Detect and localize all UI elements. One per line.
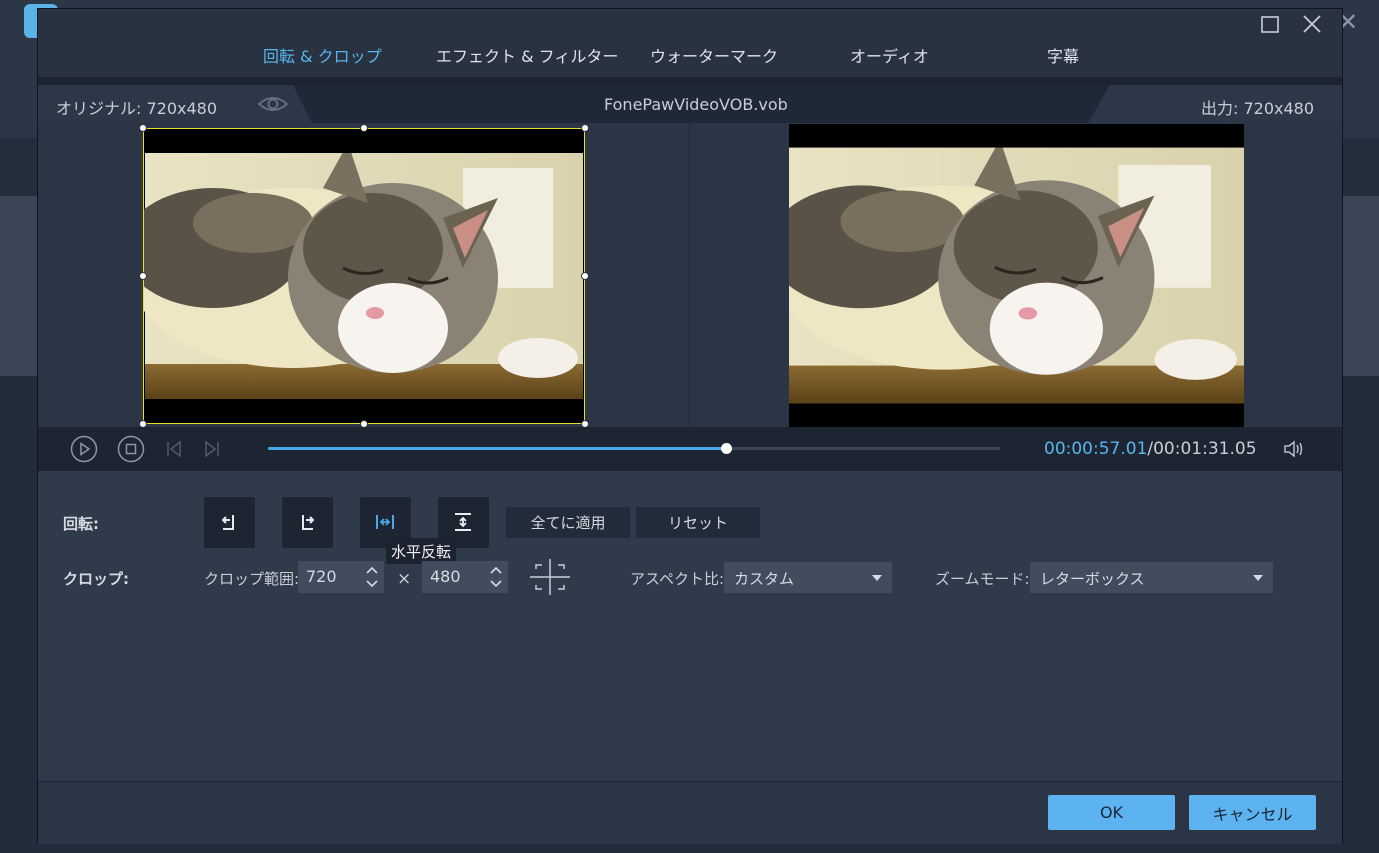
rotate-label: 回転: [63, 515, 99, 533]
eye-icon[interactable] [257, 95, 289, 117]
zoom-mode-label: ズームモード: [935, 570, 1030, 588]
tab-underline-bar [38, 77, 1342, 85]
maximize-icon[interactable] [1260, 13, 1280, 41]
chevron-down-icon [1253, 575, 1263, 581]
stop-icon[interactable] [117, 435, 145, 467]
output-size-label: 出力: 720x480 [1201, 99, 1315, 118]
crop-frame[interactable] [143, 128, 585, 424]
crop-height-stepper-icon[interactable] [488, 564, 504, 590]
progress-knob[interactable] [720, 443, 732, 454]
tab-watermark[interactable]: ウォーターマーク [650, 43, 778, 67]
playback-bar: 00:00:57.01/00:01:31.05 [38, 427, 1342, 471]
play-icon[interactable] [70, 435, 98, 467]
crop-height-value: 480 [430, 567, 461, 586]
aspect-ratio-select[interactable]: カスタム [724, 562, 892, 593]
volume-icon[interactable] [1282, 438, 1306, 464]
crop-handle-right[interactable] [581, 272, 589, 280]
info-bar: オリジナル: 720x480 FonePawVideoVOB.vob 出力: 7… [38, 85, 1342, 123]
time-display: 00:00:57.01/00:01:31.05 [1044, 439, 1257, 459]
crop-width-input[interactable]: 720 [298, 561, 384, 593]
apply-to-all-button[interactable]: 全てに適用 [506, 507, 630, 538]
progress-track[interactable] [268, 443, 1000, 454]
file-name: FonePawVideoVOB.vob [604, 95, 788, 114]
total-time: /00:01:31.05 [1147, 439, 1257, 459]
output-video-preview [789, 124, 1244, 427]
tab-subtitle[interactable]: 字幕 [1047, 43, 1079, 67]
tab-bar: 回転 & クロップ エフェクト & フィルター ウォーターマーク オーディオ 字… [38, 9, 1342, 77]
tab-audio[interactable]: オーディオ [850, 43, 929, 67]
rotate-left-icon [221, 515, 234, 530]
crop-handle-top[interactable] [360, 124, 368, 132]
times-sign: × [397, 569, 412, 589]
crop-handle-left[interactable] [139, 272, 147, 280]
aspect-ratio-label: アスペクト比: [630, 570, 725, 588]
zoom-mode-select[interactable]: レターボックス [1030, 562, 1273, 593]
center-crop-icon[interactable] [526, 557, 574, 601]
crop-width-value: 720 [306, 567, 337, 586]
crop-height-input[interactable]: 480 [422, 561, 508, 593]
crop-width-stepper-icon[interactable] [364, 564, 380, 590]
rotate-right-icon [302, 515, 315, 530]
flip-horizontal-icon [376, 515, 394, 529]
rotate-left-button[interactable] [204, 497, 255, 548]
aspect-ratio-value: カスタム [734, 570, 795, 588]
rotate-right-button[interactable] [282, 497, 333, 548]
cat-image-output [789, 124, 1244, 427]
zoom-mode-value: レターボックス [1040, 570, 1145, 588]
crop-range-label: クロップ範囲: [204, 570, 300, 588]
edit-dialog: 回転 & クロップ エフェクト & フィルター ウォーターマーク オーディオ 字… [37, 8, 1343, 844]
tab-rotate-crop[interactable]: 回転 & クロップ [263, 43, 382, 67]
tab-effect-filter[interactable]: エフェクト & フィルター [436, 43, 618, 67]
crop-handle-top-right[interactable] [581, 124, 589, 132]
reset-button[interactable]: リセット [636, 507, 760, 538]
current-time: 00:00:57.01 [1044, 439, 1148, 459]
next-frame-icon[interactable] [202, 439, 222, 463]
chevron-down-icon [872, 575, 882, 581]
previous-frame-icon[interactable] [164, 439, 184, 463]
preview-area [38, 123, 1342, 428]
progress-fill [268, 447, 726, 450]
crop-label: クロップ: [63, 570, 129, 588]
cancel-button[interactable]: キャンセル [1189, 795, 1316, 830]
original-size-label: オリジナル: 720x480 [56, 99, 218, 118]
flip-vertical-icon [455, 513, 471, 531]
close-icon[interactable] [1301, 13, 1323, 41]
ok-button[interactable]: OK [1048, 795, 1175, 830]
crop-handle-top-left[interactable] [139, 124, 147, 132]
